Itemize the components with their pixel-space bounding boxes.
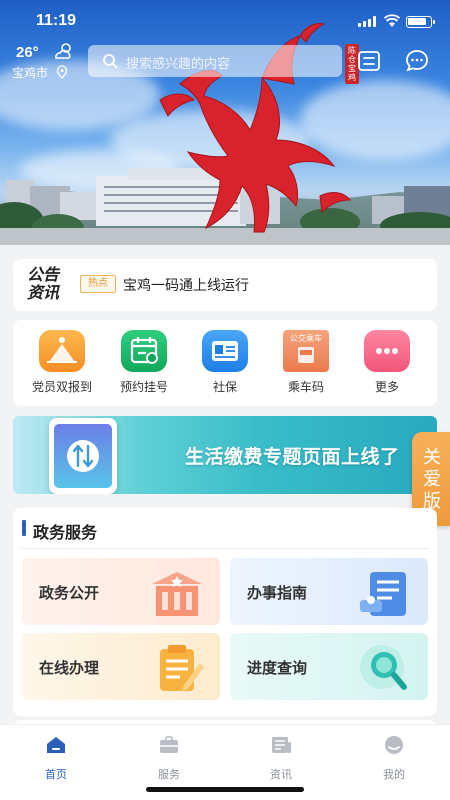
search-input[interactable]: 搜索感兴趣的内容 xyxy=(88,45,342,77)
care-mode-char1: 关 xyxy=(423,447,441,467)
bus-code-icon: 公交乘车 xyxy=(283,330,329,372)
partly-sunny-icon xyxy=(55,43,71,59)
tile-gov-disclosure[interactable]: 政务公开 xyxy=(22,558,220,625)
quick-menu: 党员双报到 预约挂号 社保 公交乘车 乘车码 更多 xyxy=(13,320,437,406)
home-icon xyxy=(47,737,65,753)
hot-tag: 热点 xyxy=(80,275,116,293)
city-phoenix-sculpture-image xyxy=(0,23,450,245)
quick-item-social-security[interactable]: 社保 xyxy=(185,330,265,395)
message-icon[interactable] xyxy=(404,48,430,74)
tab-services[interactable]: 服务 xyxy=(139,735,199,782)
section-title: 政务服务 xyxy=(33,525,98,542)
search-placeholder: 搜索感兴趣的内容 xyxy=(126,56,231,71)
news-icon xyxy=(272,737,291,753)
location-pin-icon xyxy=(56,65,68,79)
hero-banner: 11:19 26° 宝鸡市 搜索感兴趣的内容 陈仓宝鸡 xyxy=(0,0,450,245)
quick-item-label: 党员双报到 xyxy=(31,380,92,394)
tile-label: 进度查询 xyxy=(247,660,308,677)
briefcase-icon xyxy=(160,736,178,753)
care-mode-char2: 爱 xyxy=(423,469,441,489)
section-accent-bar xyxy=(22,520,26,536)
tab-home[interactable]: 首页 xyxy=(26,735,86,782)
tile-label: 办事指南 xyxy=(247,585,308,602)
announcement-headline[interactable]: 宝鸡一码通上线运行 xyxy=(123,275,249,295)
search-icon xyxy=(103,54,118,69)
tab-mine[interactable]: 我的 xyxy=(364,735,424,782)
quick-item-bus-code[interactable]: 公交乘车 乘车码 xyxy=(266,330,346,395)
quick-item-label: 社保 xyxy=(212,380,237,394)
tab-label: 资讯 xyxy=(270,769,292,781)
status-time: 11:19 xyxy=(36,12,77,29)
more-icon xyxy=(364,330,410,372)
id-card-icon xyxy=(202,330,248,372)
status-bar: 11:19 xyxy=(0,10,450,34)
quick-item-more[interactable]: 更多 xyxy=(347,330,427,395)
tile-label: 政务公开 xyxy=(39,585,100,602)
announcement-logo: 公告 资讯 xyxy=(27,267,59,303)
weather-city: 宝鸡市 xyxy=(12,66,49,80)
quick-item-party-checkin[interactable]: 党员双报到 xyxy=(22,330,102,395)
phone-illustration xyxy=(49,418,117,494)
tab-label: 首页 xyxy=(45,769,67,781)
quick-item-appointment[interactable]: 预约挂号 xyxy=(104,330,184,395)
progress-search-icon xyxy=(360,645,407,690)
quick-item-label: 预约挂号 xyxy=(119,380,168,394)
gov-services-section: 政务服务 政务公开 办事指南 在线办理 进度查询 xyxy=(13,508,437,716)
scan-icon[interactable] xyxy=(357,49,381,73)
announcement-logo-line2: 资讯 xyxy=(27,285,60,302)
wifi-icon xyxy=(384,14,400,27)
signal-icon xyxy=(358,16,376,27)
battery-icon xyxy=(406,16,435,28)
divider xyxy=(21,548,429,549)
calendar-register-icon xyxy=(121,330,167,372)
tile-label: 在线办理 xyxy=(39,660,100,677)
promo-banner[interactable]: 生活缴费专题页面上线了 xyxy=(13,416,437,494)
quick-item-label: 乘车码 xyxy=(287,380,324,394)
announcement-bar[interactable]: 公告 资讯 热点 宝鸡一码通上线运行 xyxy=(13,259,437,311)
party-member-icon xyxy=(39,330,85,372)
promo-banner-text: 生活缴费专题页面上线了 xyxy=(185,447,400,468)
tile-service-guide[interactable]: 办事指南 xyxy=(230,558,428,625)
tile-progress-query[interactable]: 进度查询 xyxy=(230,633,428,700)
tile-online-processing[interactable]: 在线办理 xyxy=(22,633,220,700)
guide-document-icon xyxy=(360,572,406,616)
online-form-icon xyxy=(160,645,204,691)
tab-label: 服务 xyxy=(158,769,180,781)
tab-label: 我的 xyxy=(383,769,405,781)
government-building-icon xyxy=(152,572,202,616)
weather-temp: 26° xyxy=(16,44,39,61)
quick-item-label: 更多 xyxy=(374,380,399,394)
tab-news[interactable]: 资讯 xyxy=(251,735,311,782)
home-indicator xyxy=(146,787,304,792)
announcement-logo-line1: 公告 xyxy=(27,267,60,284)
profile-icon xyxy=(385,736,403,754)
